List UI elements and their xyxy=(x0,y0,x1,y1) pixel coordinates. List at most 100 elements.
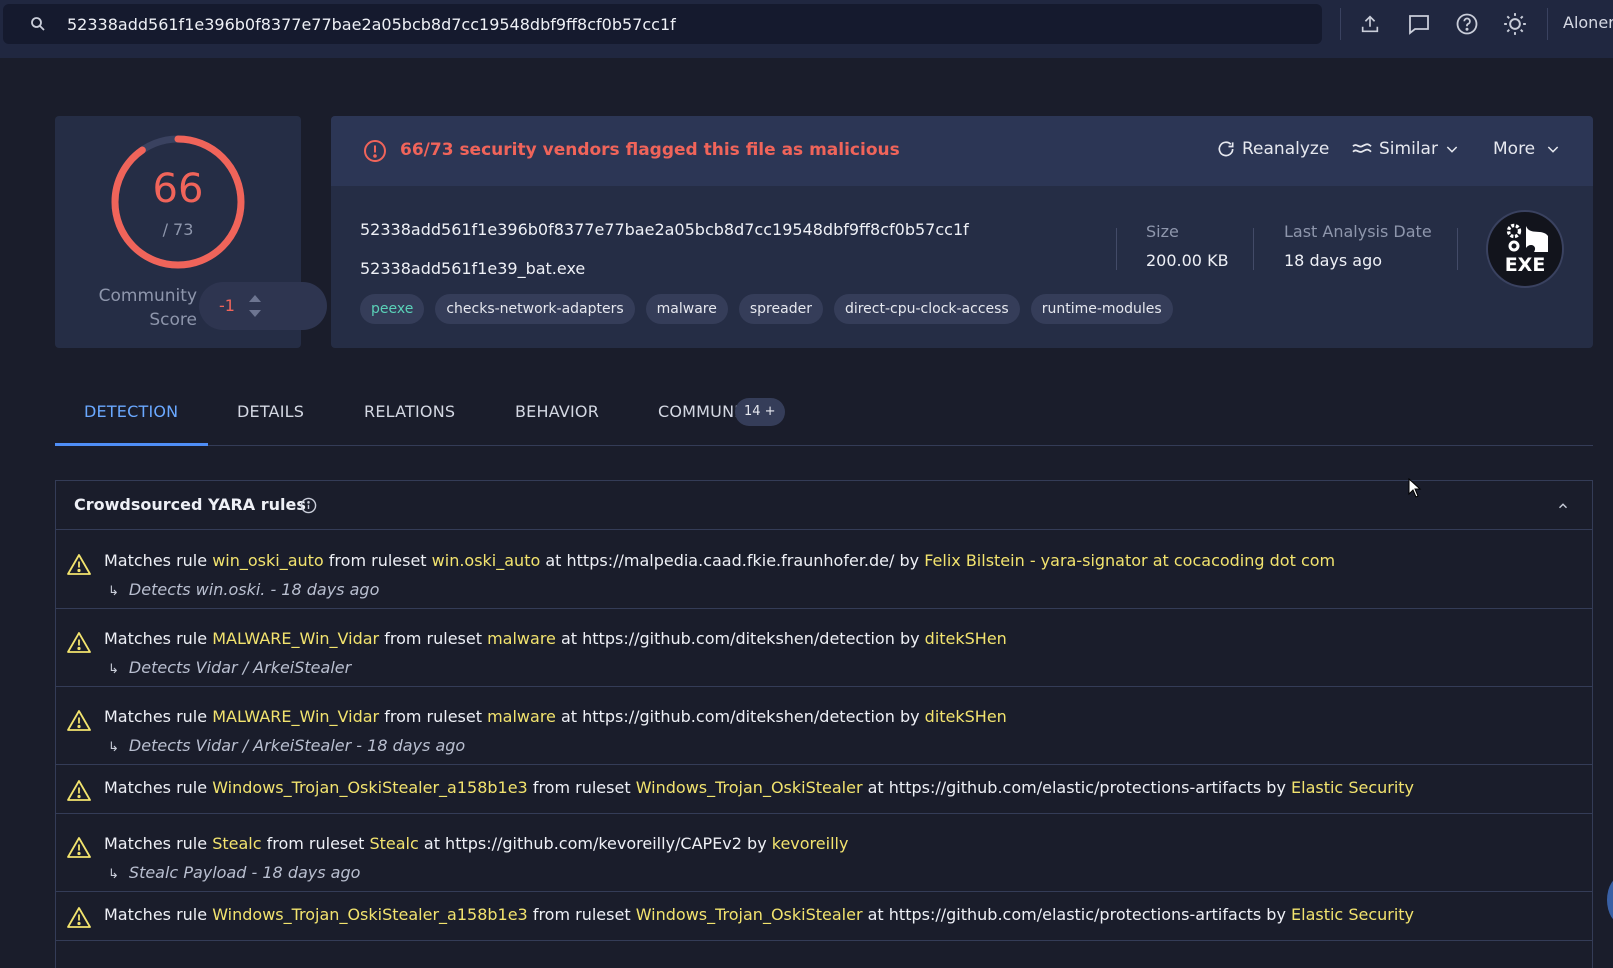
yara-rule-row: Matches rule MALWARE_Win_Vidar from rule… xyxy=(56,609,1592,687)
yara-rule-row: Matches rule Windows_Trojan_OskiStealer_… xyxy=(56,892,1592,941)
rule-link[interactable]: Windows_Trojan_OskiStealer_a158b1e3 xyxy=(212,778,528,797)
chevron-down-icon xyxy=(1446,146,1458,153)
yara-rule-text: Matches rule Windows_Trojan_OskiStealer_… xyxy=(104,905,1415,924)
help-icon[interactable] xyxy=(1453,10,1481,38)
warning-icon xyxy=(67,907,91,928)
rule-link[interactable]: MALWARE_Win_Vidar xyxy=(212,629,379,648)
yara-rule-description: ↳ Detects Vidar / ArkeiStealer xyxy=(108,658,352,677)
yara-rule-row: Matches rule MALWARE_Win_Vidar from rule… xyxy=(56,687,1592,765)
file-summary-card: 66/73 security vendors flagged this file… xyxy=(331,116,1593,348)
warning-icon xyxy=(67,837,91,858)
total-engines: / 73 xyxy=(162,220,194,239)
gears-icon xyxy=(1506,223,1548,252)
rule-link[interactable]: Windows_Trojan_OskiStealer_a158b1e3 xyxy=(212,905,528,924)
alert-message: 66/73 security vendors flagged this file… xyxy=(400,140,900,160)
yara-rule-description: ↳ Detects win.oski. - 18 days ago xyxy=(108,580,380,599)
vote-up-icon[interactable] xyxy=(249,295,261,302)
mouse-cursor-icon xyxy=(1408,478,1422,498)
file-name: 52338add561f1e39_bat.exe xyxy=(360,259,586,278)
tab-bar: DETECTION DETAILS RELATIONS BEHAVIOR COM… xyxy=(55,388,1593,446)
upload-icon[interactable] xyxy=(1356,10,1384,38)
yara-rule-row: Matches rule win_oski_auto from ruleset … xyxy=(56,531,1592,609)
meta-divider xyxy=(1253,228,1254,270)
rule-link[interactable]: Stealc xyxy=(212,834,261,853)
chevron-up-icon[interactable] xyxy=(1556,499,1570,513)
topbar-divider xyxy=(1340,8,1341,40)
similar-button[interactable]: Similar xyxy=(1351,139,1460,159)
search-icon xyxy=(31,17,45,31)
author-link[interactable]: ditekSHen xyxy=(925,707,1007,726)
ruleset-link[interactable]: malware xyxy=(487,629,556,648)
rule-link[interactable]: MALWARE_Win_Vidar xyxy=(212,707,379,726)
chat-icon[interactable] xyxy=(1405,10,1433,38)
community-score-control: -1 xyxy=(199,282,327,330)
meta-divider xyxy=(1457,228,1458,270)
yara-rule-text: Matches rule win_oski_auto from ruleset … xyxy=(104,551,1336,570)
ruleset-link[interactable]: Stealc xyxy=(369,834,418,853)
topbar-divider xyxy=(1547,8,1548,40)
sub-arrow-icon: ↳ xyxy=(108,867,119,882)
detection-score-card: 66 / 73 Community Score -1 xyxy=(55,116,327,348)
yara-rule-text: Matches rule Windows_Trojan_OskiStealer_… xyxy=(104,778,1415,797)
tag[interactable]: spreader xyxy=(738,294,823,324)
positives-count: 66 xyxy=(152,166,204,212)
community-score-label: Community Score xyxy=(98,286,197,330)
chat-widget-edge[interactable] xyxy=(1607,876,1613,924)
community-count-badge: 14 + xyxy=(735,398,785,426)
author-link[interactable]: Elastic Security xyxy=(1291,905,1414,924)
sub-arrow-icon: ↳ xyxy=(108,584,119,599)
community-score-value: -1 xyxy=(219,296,235,315)
yara-rule-description: ↳ Detects Vidar / ArkeiStealer - 18 days … xyxy=(108,736,466,755)
section-title: Crowdsourced YARA rules xyxy=(74,495,306,514)
warning-icon xyxy=(67,780,91,801)
info-icon[interactable] xyxy=(300,497,317,514)
author-link[interactable]: ditekSHen xyxy=(925,629,1007,648)
size-value: 200.00 KB xyxy=(1146,251,1229,270)
search-input[interactable] xyxy=(67,14,1267,34)
search-box[interactable] xyxy=(3,4,1322,44)
alert-circle-icon xyxy=(364,140,386,162)
last-analysis-value: 18 days ago xyxy=(1284,251,1383,270)
chevron-down-icon xyxy=(1547,146,1559,153)
tag[interactable]: direct-cpu-clock-access xyxy=(833,294,1020,324)
yara-rule-row: Matches rule Stealc from ruleset Stealc … xyxy=(56,814,1592,892)
ruleset-link[interactable]: Windows_Trojan_OskiStealer xyxy=(636,778,863,797)
tab-behavior[interactable]: BEHAVIOR xyxy=(515,402,599,421)
tag[interactable]: peexe xyxy=(360,294,425,324)
tab-details[interactable]: DETAILS xyxy=(237,402,304,421)
yara-rule-text: Matches rule MALWARE_Win_Vidar from rule… xyxy=(104,707,1007,726)
tab-detection[interactable]: DETECTION xyxy=(84,402,178,421)
yara-rule-description: ↳ Stealc Payload - 18 days ago xyxy=(108,863,361,882)
last-analysis-label: Last Analysis Date xyxy=(1284,222,1432,241)
top-bar: Aloner xyxy=(0,0,1613,58)
author-link[interactable]: kevoreilly xyxy=(772,834,849,853)
file-hash[interactable]: 52338add561f1e396b0f8377e77bae2a05bcb8d7… xyxy=(360,220,969,239)
more-button[interactable]: More xyxy=(1493,139,1561,159)
vote-down-icon[interactable] xyxy=(249,310,261,317)
reanalyze-button[interactable]: Reanalyze xyxy=(1216,139,1329,159)
ruleset-link[interactable]: win.oski_auto xyxy=(432,551,541,570)
file-tags: peexe checks-network-adapters malware sp… xyxy=(360,294,1173,324)
similar-icon xyxy=(1352,143,1372,153)
yara-rule-row: Matches rule Windows_Trojan_OskiStealer_… xyxy=(56,765,1592,814)
ruleset-link[interactable]: Windows_Trojan_OskiStealer xyxy=(636,905,863,924)
tab-relations[interactable]: RELATIONS xyxy=(364,402,455,421)
refresh-icon xyxy=(1218,141,1234,157)
yara-rule-text: Matches rule Stealc from ruleset Stealc … xyxy=(104,834,849,853)
tag[interactable]: runtime-modules xyxy=(1030,294,1173,324)
warning-icon xyxy=(67,710,91,731)
ruleset-link[interactable]: malware xyxy=(487,707,556,726)
file-type-badge: EXE xyxy=(1486,210,1564,288)
author-link[interactable]: Felix Bilstein - yara-signator at cocaco… xyxy=(924,551,1335,570)
theme-icon[interactable] xyxy=(1501,10,1529,38)
author-link[interactable]: Elastic Security xyxy=(1291,778,1414,797)
tag[interactable]: malware xyxy=(645,294,728,324)
user-menu[interactable]: Aloner xyxy=(1563,13,1613,32)
active-tab-indicator xyxy=(55,443,208,446)
yara-rules-section: Crowdsourced YARA rules Matches rule win… xyxy=(55,480,1593,968)
tag[interactable]: checks-network-adapters xyxy=(435,294,635,324)
yara-section-header[interactable]: Crowdsourced YARA rules xyxy=(56,481,1592,530)
yara-rule-text: Matches rule MALWARE_Win_Vidar from rule… xyxy=(104,629,1007,648)
warning-icon xyxy=(67,554,91,575)
rule-link[interactable]: win_oski_auto xyxy=(212,551,324,570)
